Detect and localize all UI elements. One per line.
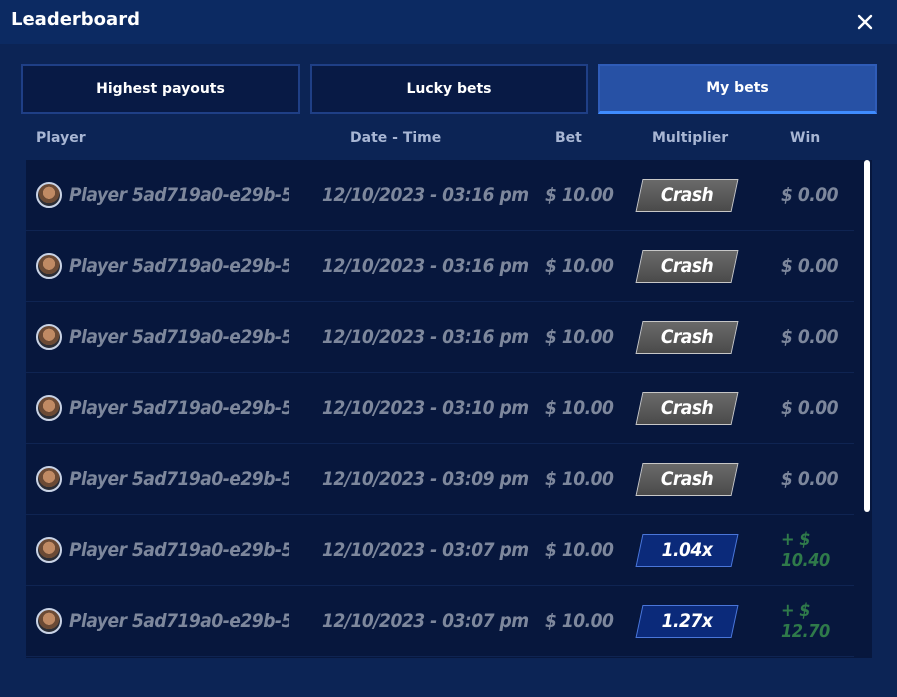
bet-amount: $ 10.00 — [545, 397, 614, 419]
avatar — [36, 182, 62, 208]
bet-amount: $ 10.00 — [545, 184, 614, 206]
crash-badge: Crash — [639, 321, 735, 354]
player-name: Player 5ad719a0-e29b-5012... — [69, 539, 289, 561]
table-row: Player 5ad719a0-e29b-5012... 12/10/2023 … — [26, 444, 854, 515]
header-player: Player — [36, 130, 86, 146]
table-row: Player 5ad719a0-e29b-5012... 12/10/2023 … — [26, 586, 854, 657]
avatar — [36, 395, 62, 421]
multiplier-value: Crash — [660, 468, 714, 490]
multiplier-cell: Crash — [639, 444, 735, 514]
multiplier-value: 1.27x — [661, 610, 713, 632]
table-row: Player 5ad719a0-e29b-5012... 12/10/2023 … — [26, 302, 854, 373]
multiplier-cell: 1.04x — [639, 515, 735, 585]
table-body[interactable]: Player 5ad719a0-e29b-5012... 12/10/2023 … — [26, 160, 872, 658]
table-row: Player 5ad719a0-e29b-5012... 12/10/2023 … — [26, 373, 854, 444]
multiplier-value: 1.04x — [661, 539, 713, 561]
leaderboard-window: Leaderboard Highest payouts Lucky bets M… — [0, 0, 897, 697]
avatar — [36, 466, 62, 492]
multiplier-value: Crash — [660, 326, 714, 348]
multiplier-value: Crash — [660, 184, 714, 206]
tab-lucky-bets[interactable]: Lucky bets — [310, 64, 588, 114]
avatar — [36, 608, 62, 634]
bet-date-time: 12/10/2023 - 03:16 pm — [322, 326, 529, 348]
player-avatar — [36, 231, 62, 301]
table-row: Player 5ad719a0-e29b-5012... 12/10/2023 … — [26, 515, 854, 586]
bet-date-time: 12/10/2023 - 03:16 pm — [322, 184, 529, 206]
header-date-time: Date - Time — [350, 130, 442, 146]
multiplier-cell: Crash — [639, 302, 735, 372]
bet-amount: $ 10.00 — [545, 255, 614, 277]
player-name: Player 5ad719a0-e29b-5012... — [69, 326, 289, 348]
player-name: Player 5ad719a0-e29b-5012... — [69, 610, 289, 632]
player-name: Player 5ad719a0-e29b-5012... — [69, 255, 289, 277]
avatar — [36, 537, 62, 563]
win-amount: + $ 12.70 — [781, 600, 830, 642]
multiplier-badge: 1.27x — [639, 605, 735, 638]
multiplier-cell: Crash — [639, 231, 735, 301]
bet-amount: $ 10.00 — [545, 539, 614, 561]
crash-badge: Crash — [639, 250, 735, 283]
bet-amount: $ 10.00 — [545, 326, 614, 348]
player-name: Player 5ad719a0-e29b-5012... — [69, 184, 289, 206]
multiplier-value: Crash — [660, 397, 714, 419]
win-amount: $ 0.00 — [781, 255, 839, 277]
win-amount: $ 0.00 — [781, 397, 839, 419]
bet-date-time: 12/10/2023 - 03:10 pm — [322, 397, 529, 419]
tab-my-bets[interactable]: My bets — [598, 64, 877, 114]
table-row: Player 5ad719a0-e29b-5012... 12/10/2023 … — [26, 160, 854, 231]
bet-date-time: 12/10/2023 - 03:16 pm — [322, 255, 529, 277]
title-bar: Leaderboard — [0, 0, 897, 44]
header-multiplier: Multiplier — [652, 130, 729, 146]
player-avatar — [36, 515, 62, 585]
scrollbar[interactable] — [864, 160, 870, 512]
tab-bar: Highest payouts Lucky bets My bets — [21, 64, 877, 114]
avatar — [36, 324, 62, 350]
multiplier-badge: 1.04x — [639, 534, 735, 567]
win-amount: + $ 10.40 — [781, 529, 830, 571]
player-name: Player 5ad719a0-e29b-5012... — [69, 397, 289, 419]
tab-highest-payouts[interactable]: Highest payouts — [21, 64, 300, 114]
crash-badge: Crash — [639, 179, 735, 212]
header-win: Win — [790, 130, 821, 146]
multiplier-cell: 1.27x — [639, 586, 735, 656]
table-header: Player Date - Time Bet Multiplier Win — [26, 118, 872, 158]
table-row: Player 5ad719a0-e29b-5012... 12/10/2023 … — [26, 231, 854, 302]
player-avatar — [36, 373, 62, 443]
player-avatar — [36, 586, 62, 656]
player-name: Player 5ad719a0-e29b-5012... — [69, 468, 289, 490]
bets-table: Player Date - Time Bet Multiplier Win Pl… — [26, 118, 872, 658]
close-icon[interactable] — [853, 10, 877, 34]
multiplier-cell: Crash — [639, 373, 735, 443]
win-amount: $ 0.00 — [781, 184, 839, 206]
avatar — [36, 253, 62, 279]
header-bet: Bet — [555, 130, 582, 146]
crash-badge: Crash — [639, 392, 735, 425]
player-avatar — [36, 302, 62, 372]
bet-amount: $ 10.00 — [545, 610, 614, 632]
bet-amount: $ 10.00 — [545, 468, 614, 490]
window-title: Leaderboard — [11, 9, 140, 30]
win-amount: $ 0.00 — [781, 326, 839, 348]
bet-date-time: 12/10/2023 - 03:07 pm — [322, 539, 529, 561]
multiplier-value: Crash — [660, 255, 714, 277]
bet-date-time: 12/10/2023 - 03:07 pm — [322, 610, 529, 632]
crash-badge: Crash — [639, 463, 735, 496]
win-amount: $ 0.00 — [781, 468, 839, 490]
player-avatar — [36, 444, 62, 514]
player-avatar — [36, 160, 62, 230]
multiplier-cell: Crash — [639, 160, 735, 230]
bet-date-time: 12/10/2023 - 03:09 pm — [322, 468, 529, 490]
